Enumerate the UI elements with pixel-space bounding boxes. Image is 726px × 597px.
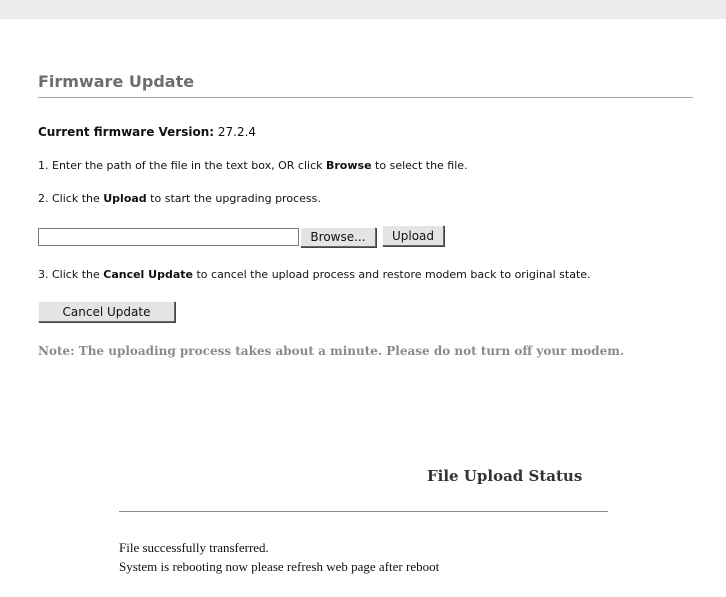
step-1-emphasis: Browse [326, 159, 372, 172]
upload-button[interactable]: Upload [382, 225, 444, 246]
file-path-input[interactable] [38, 228, 299, 246]
status-message-transferred: File successfully transferred. [119, 540, 269, 555]
upload-note: Note: The uploading process takes about … [38, 344, 625, 358]
upload-status-title: File Upload Status [427, 467, 583, 485]
page-title: Firmware Update [38, 72, 195, 91]
title-divider [38, 97, 693, 98]
top-bar [0, 0, 726, 19]
step-1-suffix: to select the file. [371, 159, 468, 172]
step-2-suffix: to start the upgrading process. [146, 192, 321, 205]
status-divider [119, 511, 608, 512]
step-3-text: 3. Click the [38, 268, 104, 281]
cancel-update-button[interactable]: Cancel Update [38, 301, 175, 322]
instruction-step-1: 1. Enter the path of the file in the tex… [38, 159, 468, 172]
firmware-version-label: Current firmware Version: [38, 125, 215, 139]
firmware-update-page: Firmware Update Current firmware Version… [0, 0, 726, 597]
browse-button[interactable]: Browse... [300, 227, 376, 247]
status-message-rebooting: System is rebooting now please refresh w… [119, 559, 440, 574]
step-3-suffix: to cancel the upload process and restore… [192, 268, 591, 281]
step-2-text: 2. Click the [38, 192, 104, 205]
instruction-step-3: 3. Click the Cancel Update to cancel the… [38, 268, 591, 281]
step-1-text: 1. Enter the path of the file in the tex… [38, 159, 326, 172]
instruction-step-2: 2. Click the Upload to start the upgradi… [38, 192, 321, 205]
step-3-emphasis: Cancel Update [103, 268, 193, 281]
firmware-version-value: 27.2.4 [217, 125, 257, 139]
step-2-emphasis: Upload [103, 192, 147, 205]
firmware-version: Current firmware Version: 27.2.4 [38, 125, 256, 139]
